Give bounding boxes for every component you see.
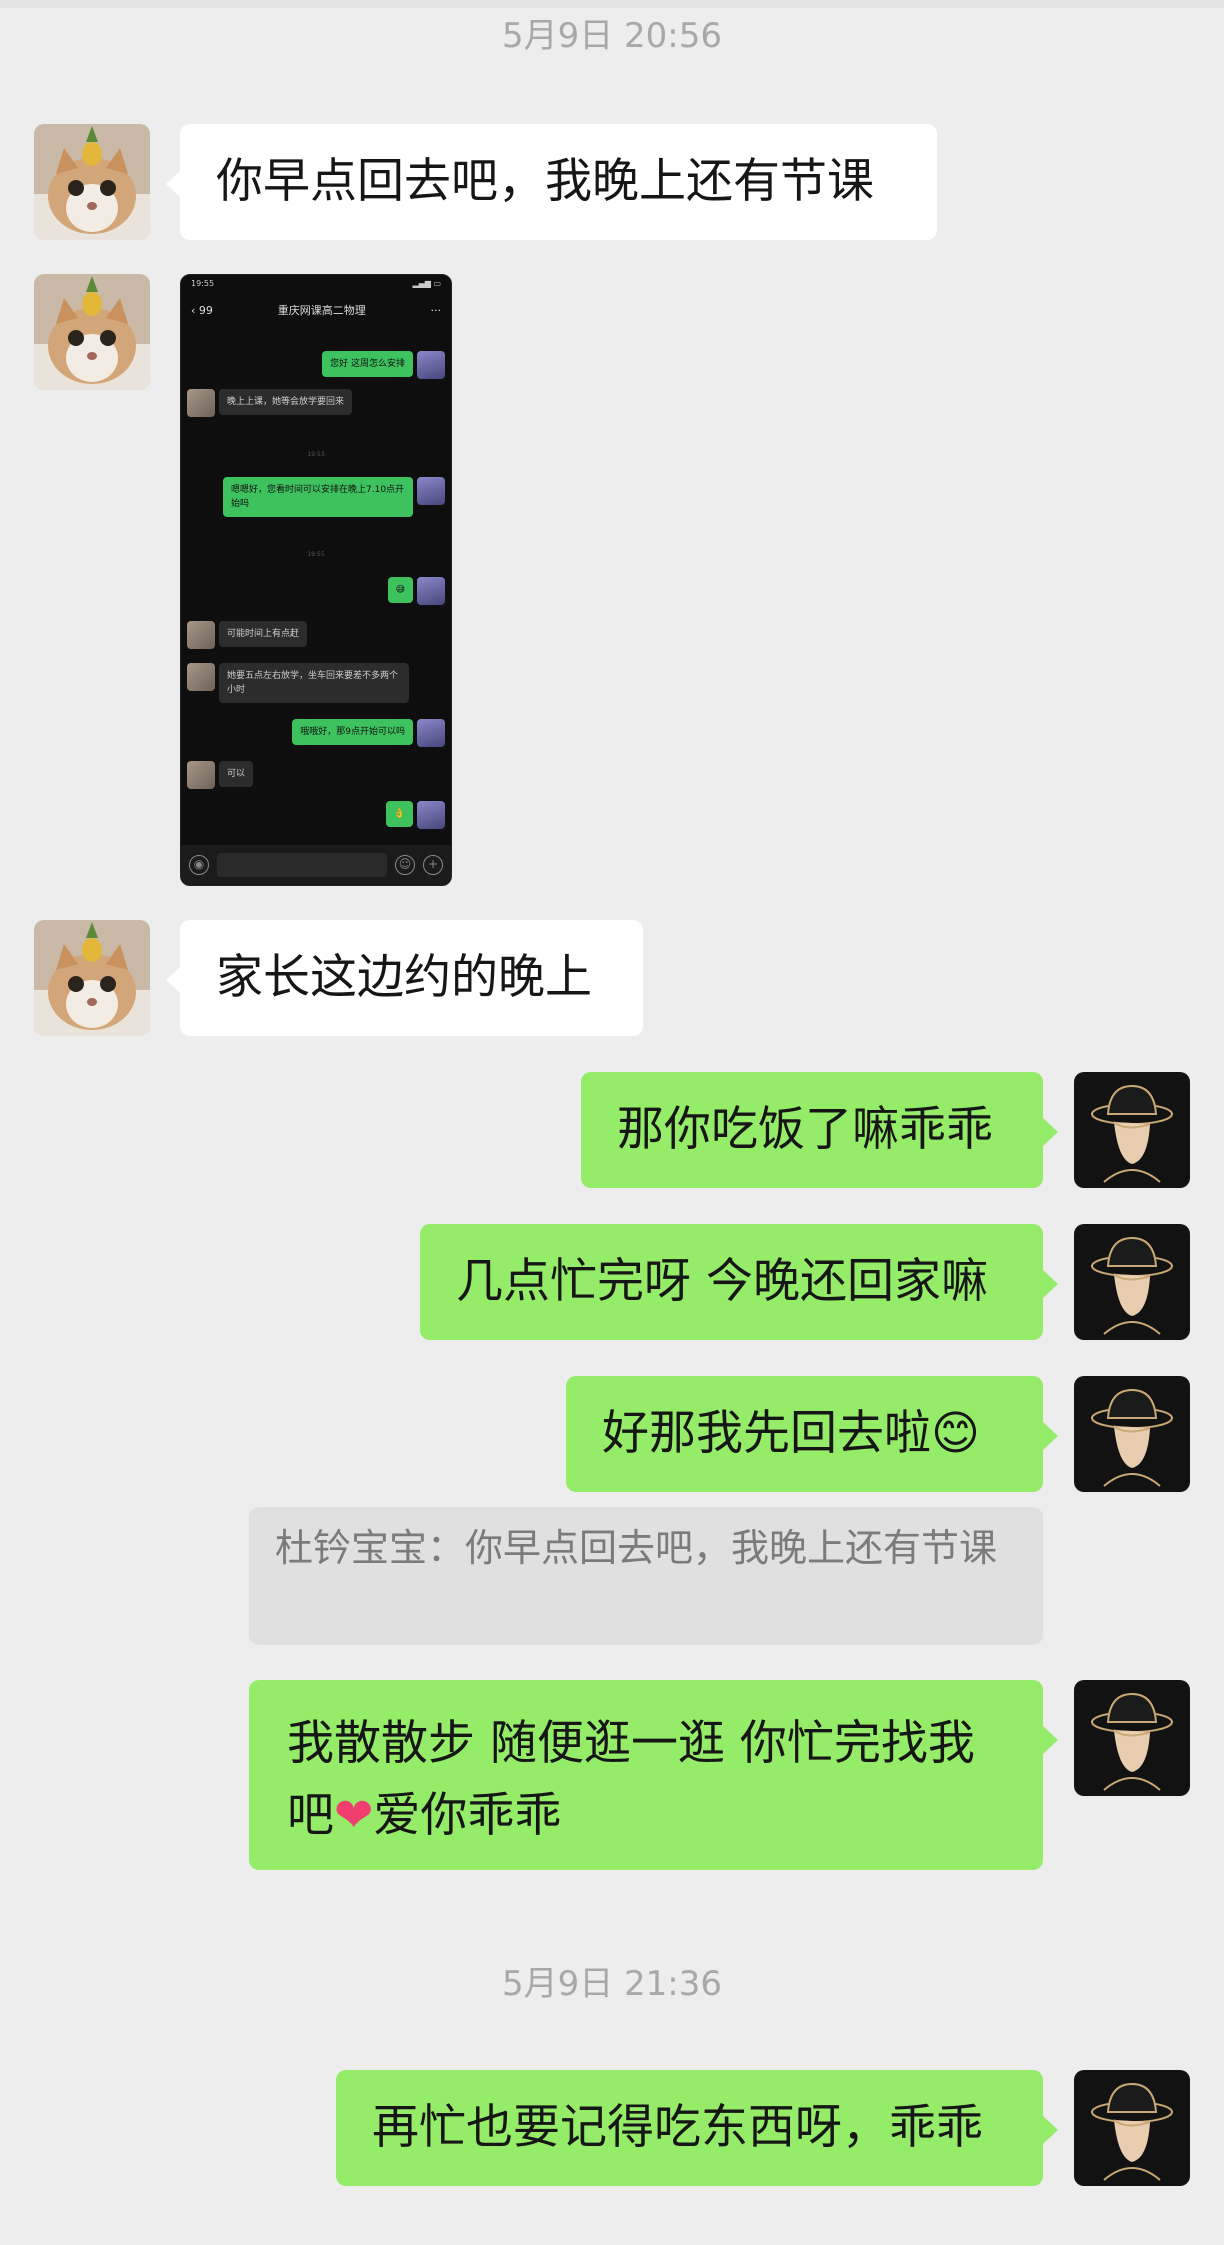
message-text: 家长这边约的晚上 <box>216 950 592 1005</box>
my-avatar[interactable] <box>1074 1376 1190 1492</box>
screenshot-plus-icon: + <box>423 855 443 875</box>
bubble-tail <box>1043 1270 1058 1298</box>
my-avatar[interactable] <box>1074 1072 1190 1188</box>
screenshot-avatar <box>187 389 215 417</box>
screenshot-avatar <box>187 761 215 789</box>
hat-man-avatar-icon <box>1074 1224 1190 1340</box>
outgoing-message[interactable]: 几点忙完呀 今晚还回家嘛 <box>420 1224 1043 1340</box>
screenshot-status-icons: ▂▄▆ ▭ <box>412 279 441 288</box>
screenshot-bubble: 😅 <box>387 577 413 603</box>
message-text-part: 爱你乖乖 <box>373 1788 562 1843</box>
screenshot-bubble: 可能时间上有点赶 <box>219 621 308 647</box>
top-divider <box>0 0 1224 8</box>
timestamp: 5月9日 21:36 <box>501 1964 723 2004</box>
screenshot-more-icon: ··· <box>430 303 442 317</box>
screenshot-bubble: 哦哦好，那9点开始可以吗 <box>292 719 413 745</box>
my-avatar[interactable] <box>1074 2070 1190 2186</box>
screenshot-back-count: 99 <box>198 303 213 317</box>
screenshot-avatar <box>187 663 215 691</box>
screenshot-avatar <box>417 577 445 605</box>
screenshot-row: 晚上上课，她等会放学要回来 <box>187 389 353 417</box>
screenshot-avatar <box>417 719 445 747</box>
screenshot-avatar <box>187 621 215 649</box>
bubble-tail <box>166 966 181 994</box>
contact-avatar[interactable] <box>34 124 150 240</box>
message-line-2: 吧❤爱你乖乖 <box>287 1780 975 1852</box>
screenshot-row: 可能时间上有点赶 <box>187 621 308 649</box>
screenshot-back-icon: ‹ 99 <box>191 303 213 317</box>
screenshot-avatar <box>417 477 445 505</box>
screenshot-bubble: 👌 <box>385 801 413 827</box>
outgoing-message[interactable]: 那你吃饭了嘛乖乖 <box>581 1072 1043 1188</box>
screenshot-row: 嗯嗯好，您看时间可以安排在晚上7.10点开始吗 <box>223 477 445 517</box>
my-avatar[interactable] <box>1074 1680 1190 1796</box>
screenshot-voice-icon: ◉ <box>189 855 209 875</box>
screenshot-input-field <box>217 853 387 877</box>
outgoing-message[interactable]: 好那我先回去啦 😊 <box>566 1376 1043 1492</box>
cat-avatar-icon <box>34 274 150 390</box>
screenshot-row: 哦哦好，那9点开始可以吗 <box>292 719 445 747</box>
screenshot-row: 她要五点左右放学，坐车回来要差不多两个小时 <box>187 663 409 703</box>
screenshot-row: 😅 <box>387 577 445 605</box>
bubble-tail <box>1043 1726 1058 1754</box>
screenshot-status-bar: 19:55 ▂▄▆ ▭ <box>181 275 451 295</box>
screenshot-time: 19:53 <box>307 451 325 458</box>
message-text: 再忙也要记得吃东西呀，乖乖 <box>372 2100 983 2155</box>
screenshot-avatar <box>417 801 445 829</box>
hat-man-avatar-icon <box>1074 1072 1190 1188</box>
screenshot-row: 可以 <box>187 761 254 789</box>
bubble-tail <box>1043 1422 1058 1450</box>
smile-emoji-icon: 😊 <box>931 1406 980 1461</box>
quoted-text: 杜钤宝宝：你早点回去吧，我晚上还有节课 <box>275 1526 998 1570</box>
screenshot-time: 19:55 <box>307 551 325 558</box>
screenshot-emoji-icon: ☺ <box>395 855 415 875</box>
message-line-1: 我散散步 随便逛一逛 你忙完找我 <box>287 1716 975 1771</box>
message-text-part: 吧 <box>287 1788 334 1843</box>
outgoing-message[interactable]: 再忙也要记得吃东西呀，乖乖 <box>336 2070 1043 2186</box>
hat-man-avatar-icon <box>1074 2070 1190 2186</box>
image-message[interactable]: 19:55 ▂▄▆ ▭ ‹ 99 重庆网课高二物理 ··· 您好 这周怎么安排 … <box>180 274 452 886</box>
contact-avatar[interactable] <box>34 920 150 1036</box>
screenshot-bubble: 她要五点左右放学，坐车回来要差不多两个小时 <box>219 663 409 703</box>
screenshot-avatar <box>417 351 445 379</box>
screenshot-row: 👌 <box>385 801 445 829</box>
contact-avatar[interactable] <box>34 274 150 390</box>
bubble-tail <box>1043 2116 1058 2144</box>
bubble-tail <box>166 170 181 198</box>
screenshot-title: 重庆网课高二物理 <box>277 304 366 317</box>
message-text: 好那我先回去啦 <box>602 1406 931 1461</box>
message-text: 那你吃饭了嘛乖乖 <box>617 1102 993 1157</box>
bubble-tail <box>1043 1118 1058 1146</box>
hat-man-avatar-icon <box>1074 1376 1190 1492</box>
message-text: 我散散步 随便逛一逛 你忙完找我 吧❤爱你乖乖 <box>287 1708 975 1852</box>
screenshot-bubble: 嗯嗯好，您看时间可以安排在晚上7.10点开始吗 <box>223 477 413 517</box>
screenshot-input-bar: ◉ ☺ + <box>181 845 451 885</box>
message-text: 你早点回去吧，我晚上还有节课 <box>216 154 874 209</box>
timestamp: 5月9日 20:56 <box>501 16 723 56</box>
heart-icon: ❤ <box>334 1788 374 1843</box>
screenshot-row: 您好 这周怎么安排 <box>322 351 445 379</box>
screenshot-header: ‹ 99 重庆网课高二物理 ··· <box>181 295 451 325</box>
message-text: 几点忙完呀 今晚还回家嘛 <box>456 1254 988 1309</box>
screenshot-bubble: 可以 <box>219 761 254 787</box>
incoming-message[interactable]: 你早点回去吧，我晚上还有节课 <box>180 124 937 240</box>
screenshot-bubble: 您好 这周怎么安排 <box>322 351 413 377</box>
hat-man-avatar-icon <box>1074 1680 1190 1796</box>
incoming-message[interactable]: 家长这边约的晚上 <box>180 920 643 1036</box>
quoted-message[interactable]: 杜钤宝宝：你早点回去吧，我晚上还有节课 <box>249 1507 1043 1645</box>
my-avatar[interactable] <box>1074 1224 1190 1340</box>
cat-avatar-icon <box>34 920 150 1036</box>
cat-avatar-icon <box>34 124 150 240</box>
screenshot-bubble: 晚上上课，她等会放学要回来 <box>219 389 353 415</box>
screenshot-status-time: 19:55 <box>191 279 215 288</box>
outgoing-message[interactable]: 我散散步 随便逛一逛 你忙完找我 吧❤爱你乖乖 <box>249 1680 1043 1870</box>
